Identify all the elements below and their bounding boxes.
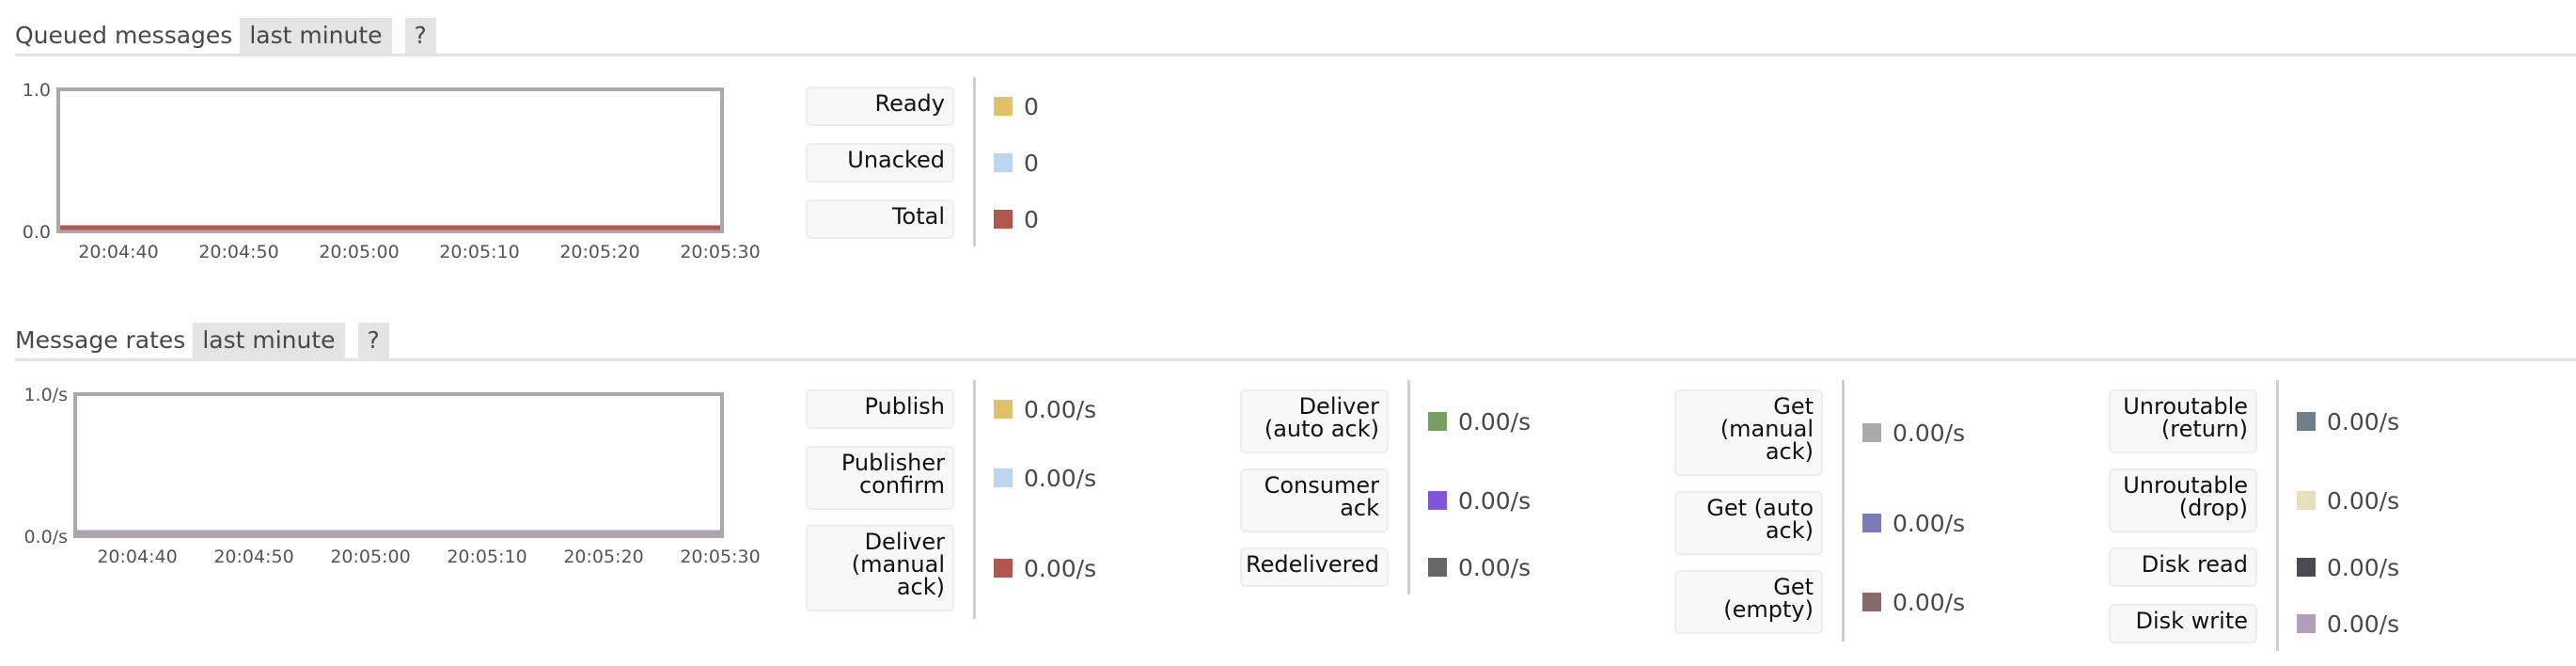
y-tick-label: 1.0	[23, 80, 51, 101]
x-tick-label: 20:04:40	[78, 242, 158, 262]
legend-value: 0.00/s	[2297, 609, 2399, 639]
legend-value: 0.00/s	[2297, 406, 2399, 436]
legend-label-unacked[interactable]: Unacked	[806, 143, 954, 182]
legend-swatch[interactable]	[2297, 614, 2316, 633]
help-button[interactable]: ?	[357, 323, 389, 358]
legend-label-unroutable-drop[interactable]: Unroutable (drop)	[2109, 468, 2257, 532]
legend-value: 0.00/s	[1428, 485, 1531, 515]
time-range-button[interactable]: last minute	[240, 18, 392, 54]
legend-value-text: 0.00/s	[1893, 588, 1966, 616]
legend-value-text: 0.00/s	[2327, 486, 2400, 515]
legend-value-text: 0	[1024, 92, 1039, 120]
legend-value-text: 0.00/s	[2327, 407, 2400, 436]
plot-frame	[73, 392, 724, 538]
legend-label-publisher-confirm[interactable]: Publisher confirm	[806, 446, 954, 510]
legend-value-text: 0.00/s	[1893, 419, 1966, 447]
legend-value: 0	[994, 91, 1039, 121]
legend-value-text: 0.00/s	[1458, 486, 1531, 515]
legend-value: 0.00/s	[1862, 418, 1965, 448]
x-tick-label: 20:04:40	[97, 547, 177, 567]
legend-swatch[interactable]	[2297, 558, 2316, 577]
legend-label-disk-write[interactable]: Disk write	[2109, 604, 2257, 643]
legend-value: 0.00/s	[994, 394, 1096, 424]
legend-swatch[interactable]	[1428, 491, 1447, 510]
legend-value: 0.00/s	[1428, 406, 1531, 436]
legend-label-disk-read[interactable]: Disk read	[2109, 547, 2257, 587]
legend-swatch[interactable]	[994, 400, 1013, 419]
legend-label-get-empty[interactable]: Get (empty)	[1674, 570, 1823, 634]
legend-label-consumer-ack[interactable]: Consumer ack	[1240, 468, 1389, 532]
legend-label-unroutable-return[interactable]: Unroutable (return)	[2109, 389, 2257, 453]
x-tick-label: 20:04:50	[198, 242, 278, 262]
legend-value-text: 0.00/s	[1458, 407, 1531, 436]
x-tick-label: 20:05:00	[319, 242, 399, 262]
legend-swatch[interactable]	[1862, 423, 1881, 442]
x-tick-label: 20:04:50	[213, 547, 293, 567]
legend-value: 0.00/s	[1428, 552, 1531, 582]
legend-divider	[1407, 380, 1410, 595]
queued-messages-chart-svg: 0.0 1.0 20:04:40 20:04:50 20:05:00 20:05:10 20…	[23, 80, 761, 262]
legend-swatch[interactable]	[994, 97, 1013, 116]
legend-label-redelivered[interactable]: Redelivered	[1240, 547, 1389, 587]
y-tick-label: 1.0/s	[24, 385, 68, 405]
legend-swatch[interactable]	[994, 153, 1013, 172]
y-tick-label: 0.0	[23, 222, 51, 243]
legend-divider	[973, 77, 976, 246]
y-tick-label: 0.0/s	[24, 527, 68, 547]
legend-label-deliver-manual-ack[interactable]: Deliver (manual ack)	[806, 525, 954, 611]
legend-swatch[interactable]	[1862, 593, 1881, 611]
legend-value-text: 0.00/s	[1024, 464, 1097, 492]
legend-divider	[2276, 380, 2279, 651]
legend-label-total[interactable]: Total	[806, 199, 954, 239]
legend-value: 0.00/s	[994, 553, 1096, 583]
section-title: Queued messages	[15, 22, 233, 49]
legend-swatch[interactable]	[994, 559, 1013, 578]
legend-value: 0.00/s	[994, 463, 1096, 493]
message-rates-chart-svg: 0.0/s 1.0/s 20:04:40 20:04:50 20:05:00 20:05:…	[24, 385, 760, 567]
x-tick-label: 20:05:20	[563, 547, 643, 567]
legend-swatch[interactable]	[2297, 412, 2316, 431]
legend-value-text: 0.00/s	[1458, 553, 1531, 581]
legend-value-text: 0.00/s	[1893, 509, 1966, 537]
message-rates-header: Message rates last minute ?	[15, 321, 2576, 361]
legend-value: 0.00/s	[2297, 485, 2399, 515]
legend-value-text: 0	[1024, 205, 1039, 233]
time-range-button[interactable]: last minute	[193, 323, 345, 358]
legend-value: 0.00/s	[1862, 587, 1965, 617]
x-tick-label: 20:05:10	[447, 547, 526, 567]
legend-value: 0	[994, 148, 1039, 178]
legend-swatch[interactable]	[994, 468, 1013, 487]
legend-swatch[interactable]	[1862, 514, 1881, 532]
legend-swatch[interactable]	[1428, 412, 1447, 431]
legend-swatch[interactable]	[1428, 558, 1447, 577]
legend-label-ready[interactable]: Ready	[806, 87, 954, 126]
legend-value-text: 0.00/s	[2327, 610, 2400, 638]
legend-swatch[interactable]	[2297, 491, 2316, 510]
legend-value-text: 0.00/s	[1024, 395, 1097, 423]
plot-frame	[56, 87, 724, 233]
legend-divider	[973, 380, 976, 619]
legend-value-text: 0.00/s	[2327, 553, 2400, 581]
help-button[interactable]: ?	[404, 18, 436, 54]
queued-messages-header: Queued messages last minute ?	[15, 16, 2576, 56]
x-tick-label: 20:05:00	[330, 547, 410, 567]
legend-value-text: 0	[1024, 149, 1039, 177]
x-tick-label: 20:05:30	[680, 547, 760, 567]
legend-swatch[interactable]	[994, 210, 1013, 229]
x-tick-label: 20:05:10	[439, 242, 519, 262]
section-title: Message rates	[15, 326, 186, 354]
legend-value: 0	[994, 204, 1039, 234]
legend-value: 0.00/s	[2297, 552, 2399, 582]
x-tick-label: 20:05:20	[559, 242, 639, 262]
legend-value: 0.00/s	[1862, 508, 1965, 538]
legend-label-get-manual-ack[interactable]: Get (manual ack)	[1674, 389, 1823, 476]
legend-value-text: 0.00/s	[1024, 554, 1097, 582]
legend-label-publish[interactable]: Publish	[806, 389, 954, 429]
message-rates-chart: 0.0/s 1.0/s 20:04:40 20:04:50 20:05:00 20:05:…	[0, 380, 780, 578]
legend-divider	[1842, 380, 1845, 642]
x-tick-label: 20:05:30	[680, 242, 760, 262]
legend-label-deliver-auto-ack[interactable]: Deliver (auto ack)	[1240, 389, 1389, 453]
legend-label-get-auto-ack[interactable]: Get (auto ack)	[1674, 491, 1823, 555]
queued-messages-chart: 0.0 1.0 20:04:40 20:04:50 20:05:00 20:05:10 20…	[0, 75, 780, 273]
